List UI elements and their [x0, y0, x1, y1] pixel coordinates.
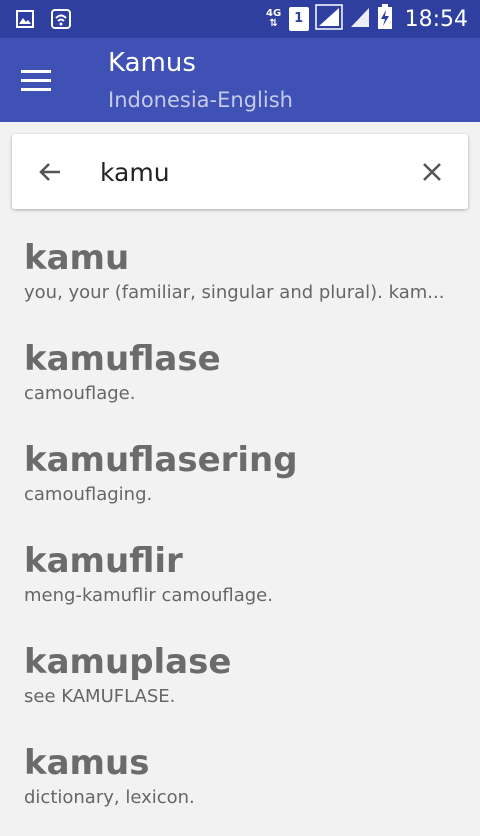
- image-icon: [14, 8, 36, 30]
- network-type: 4G ⇅: [266, 8, 282, 29]
- arrow-left-icon[interactable]: [34, 156, 66, 188]
- wifi-icon: [50, 8, 72, 30]
- menu-icon[interactable]: [18, 62, 54, 98]
- battery-charging-icon: [377, 4, 393, 34]
- entry-definition: camouflaging.: [24, 484, 153, 505]
- status-left-icons: [14, 8, 72, 30]
- search-box: [12, 134, 468, 209]
- signal-icon: [314, 4, 343, 34]
- status-bar: 4G ⇅ 1 18:54: [0, 0, 480, 38]
- app-subtitle: Indonesia-English: [108, 88, 293, 112]
- list-item[interactable]: kamuflase camouflage.: [0, 331, 480, 432]
- app-bar: Kamus Indonesia-English: [0, 38, 480, 122]
- entry-word: kamuplase: [24, 642, 232, 682]
- entry-word: kamuflasering: [24, 440, 298, 480]
- list-item[interactable]: kamuflasering camouflaging.: [0, 432, 480, 533]
- list-item[interactable]: kamu you, your (familiar, singular and p…: [0, 230, 480, 331]
- list-item[interactable]: kamuflir meng-kamuflir camouflage.: [0, 533, 480, 634]
- status-right-icons: 4G ⇅ 1 18:54: [265, 4, 468, 34]
- network-label: 4G: [266, 8, 282, 19]
- search-input[interactable]: [100, 152, 400, 192]
- results-list: kamu you, your (familiar, singular and p…: [0, 230, 480, 836]
- entry-word: kamus: [24, 743, 150, 783]
- entry-definition: meng-kamuflir camouflage.: [24, 585, 273, 606]
- entry-definition: see KAMUFLASE.: [24, 686, 176, 707]
- list-item[interactable]: kamuplase see KAMUFLASE.: [0, 634, 480, 735]
- clock: 18:54: [404, 6, 468, 32]
- entry-definition: camouflage.: [24, 383, 136, 404]
- close-icon[interactable]: [416, 156, 448, 188]
- entry-definition: dictionary, lexicon.: [24, 787, 195, 808]
- entry-word: kamu: [24, 238, 130, 278]
- entry-word: kamuflase: [24, 339, 221, 379]
- sim-badge: 1: [288, 7, 309, 31]
- entry-definition: you, your (familiar, singular and plural…: [24, 282, 445, 303]
- list-item[interactable]: kamus dictionary, lexicon.: [0, 735, 480, 836]
- signal-2-icon: [349, 5, 371, 33]
- app-title: Kamus: [108, 48, 196, 78]
- entry-word: kamuflir: [24, 541, 183, 581]
